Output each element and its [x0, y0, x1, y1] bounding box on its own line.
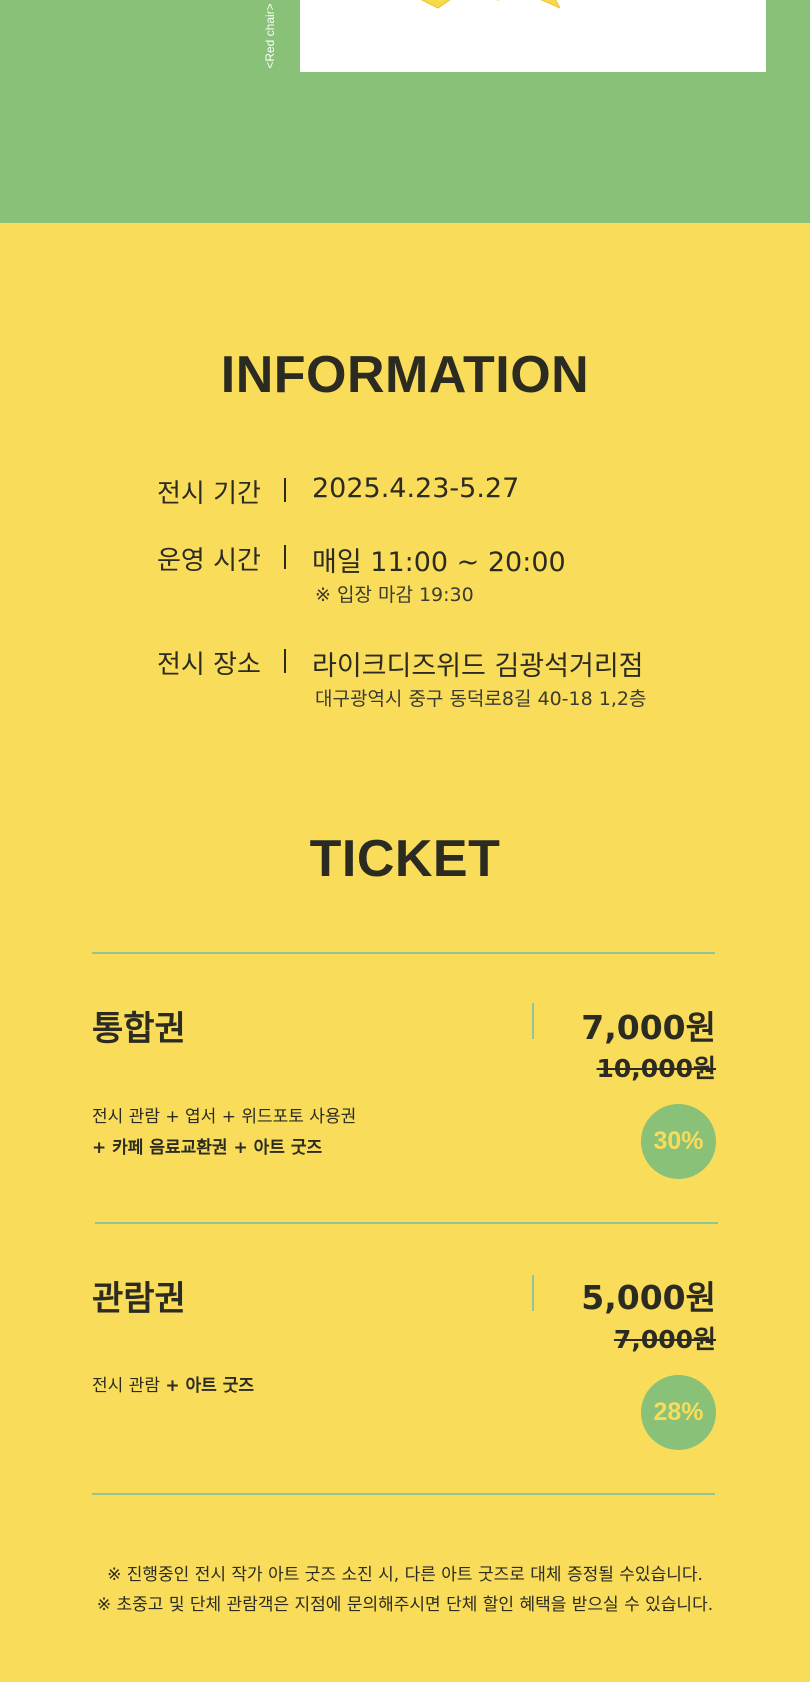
ticket-name-admission: 관람권	[92, 1279, 186, 1319]
ticket-divider-vertical	[532, 1003, 534, 1039]
ticket-description-bold: + 아트 굿즈	[165, 1376, 255, 1396]
ticket-description-bold: + 카페 음료교환권 + 아트 굿즈	[92, 1138, 323, 1158]
artwork-section: <Red chair>	[0, 0, 810, 223]
ticket-description-text: 전시 관람	[92, 1376, 166, 1396]
info-value: 매일 11:00 ~ 20:00	[312, 547, 566, 578]
ticket-description: 전시 관람 + 엽서 + 위드포토 사용권 + 카페 음료교환권 + 아트 굿즈	[92, 1102, 356, 1164]
info-label: 전시 장소	[157, 650, 261, 680]
artwork-frame	[300, 0, 766, 72]
ticket-original-price: 7,000원	[613, 1325, 716, 1354]
info-subtext: ※ 입장 마감 19:30	[315, 584, 474, 606]
discount-badge: 30%	[641, 1104, 716, 1179]
info-divider	[284, 649, 286, 673]
ticket-divider-middle	[95, 1222, 718, 1224]
info-value: 2025.4.23-5.27	[312, 473, 520, 504]
ticket-price: 7,000원	[581, 1008, 716, 1047]
artwork-caption: <Red chair>	[263, 3, 277, 69]
info-divider	[284, 545, 286, 569]
info-divider	[284, 478, 286, 502]
star-artwork-icon	[420, 0, 560, 9]
ticket-description: 전시 관람 + 아트 굿즈	[92, 1371, 254, 1402]
notice-line: ※ 진행중인 전시 작가 아트 굿즈 소진 시, 다른 아트 굿즈로 대체 증정…	[107, 1565, 703, 1585]
ticket-title: TICKET	[309, 830, 501, 888]
info-label: 운영 시간	[157, 546, 261, 576]
notice-text: ※ 진행중인 전시 작가 아트 굿즈 소진 시, 다른 아트 굿즈로 대체 증정…	[0, 1560, 810, 1620]
information-title: INFORMATION	[220, 346, 590, 404]
ticket-name-combined: 통합권	[92, 1009, 186, 1049]
ticket-original-price: 10,000원	[596, 1054, 716, 1083]
ticket-divider-top	[92, 952, 715, 954]
notice-line: ※ 초중고 및 단체 관람객은 지점에 문의해주시면 단체 할인 혜택을 받으실…	[96, 1595, 714, 1615]
info-subtext: 대구광역시 중구 동덕로8길 40-18 1,2층	[315, 688, 647, 710]
ticket-divider-bottom	[92, 1493, 715, 1495]
ticket-price: 5,000원	[581, 1278, 716, 1317]
ticket-description-line: + 카페 음료교환권 + 아트 굿즈	[92, 1133, 356, 1164]
ticket-divider-vertical	[532, 1275, 534, 1311]
discount-badge: 28%	[641, 1375, 716, 1450]
ticket-description-line: 전시 관람 + 엽서 + 위드포토 사용권	[92, 1107, 357, 1127]
info-label: 전시 기간	[157, 479, 261, 509]
main-content: INFORMATION 전시 기간 2025.4.23-5.27 운영 시간 매…	[0, 223, 810, 1682]
info-value: 라이크디즈위드 김광석거리점	[312, 651, 644, 682]
